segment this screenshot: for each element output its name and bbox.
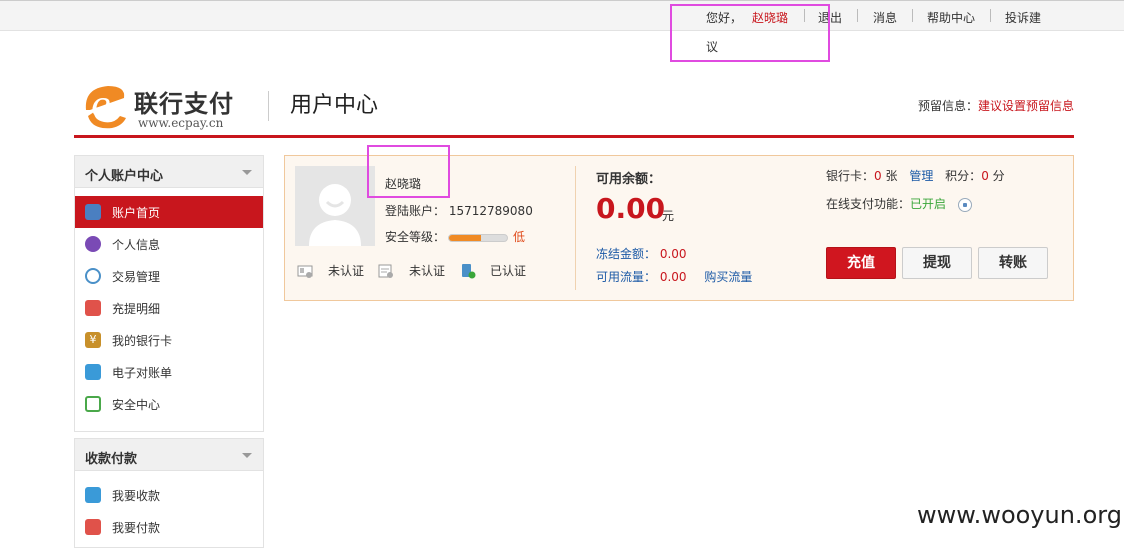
auth-status-phone[interactable]: 已认证 xyxy=(490,262,526,279)
points-unit: 分 xyxy=(992,169,1005,183)
recharge-button[interactable]: 充值 xyxy=(826,247,896,279)
page-title: 用户中心 xyxy=(290,93,379,118)
sidebar-item-recharge-details[interactable]: 充提明细 xyxy=(75,292,263,324)
login-account-value: 15712789080 xyxy=(448,204,533,218)
auth-status-id[interactable]: 未认证 xyxy=(328,262,364,279)
sidebar-item-label: 我要收款 xyxy=(112,489,161,503)
avatar-placeholder-icon xyxy=(309,184,361,246)
drop-icon xyxy=(85,364,101,380)
manage-cards-link[interactable]: 管理 xyxy=(909,169,933,183)
login-account: 登陆账户： 15712789080 xyxy=(385,202,533,219)
sidebar-item-personal-info[interactable]: 个人信息 xyxy=(75,228,263,260)
watermark: www.wooyun.org xyxy=(917,501,1122,529)
frozen-amount-label: 冻结金额： xyxy=(596,247,657,261)
phone-verified-icon[interactable] xyxy=(460,263,476,279)
transfer-button[interactable]: 转账 xyxy=(978,247,1048,279)
sidebar-item-bank-cards[interactable]: ¥ 我的银行卡 xyxy=(75,324,263,356)
logo-url: www.ecpay.cn xyxy=(138,116,224,130)
sidebar-item-label: 安全中心 xyxy=(112,398,161,412)
online-pay-toggle-icon[interactable] xyxy=(957,197,972,212)
tag-icon xyxy=(85,519,101,535)
buy-flow-link[interactable]: 购买流量 xyxy=(704,270,752,284)
sidebar-item-label: 充提明细 xyxy=(112,302,161,316)
security-level-bar xyxy=(448,234,508,242)
sidebar-item-label: 我的银行卡 xyxy=(112,334,173,348)
login-account-label: 登陆账户： xyxy=(385,204,446,218)
sidebar-item-label: 电子对账单 xyxy=(112,366,173,380)
online-pay-info: 在线支付功能：已开启 xyxy=(826,195,972,212)
balance-value: 0.00 xyxy=(596,192,666,225)
online-pay-label: 在线支付功能： xyxy=(826,197,911,211)
bank-card-info: 银行卡：0 张 管理 积分：0 分 xyxy=(826,167,1005,184)
sidebar-section-title: 收款付款 xyxy=(85,452,138,467)
drop-icon xyxy=(85,487,101,503)
divider xyxy=(857,9,858,22)
sidebar-item-pay[interactable]: 我要付款 xyxy=(75,511,263,543)
available-flow-label: 可用流量： xyxy=(596,270,657,284)
avatar xyxy=(295,166,375,246)
bank-card-count: 0 xyxy=(874,169,882,183)
sidebar-item-label: 个人信息 xyxy=(112,238,161,252)
balance-label: 可用余额： xyxy=(596,172,662,187)
chevron-down-icon xyxy=(242,453,252,458)
points-label: 积分： xyxy=(945,169,982,183)
security-level-fill xyxy=(449,235,481,241)
sidebar-item-account-home[interactable]: 账户首页 xyxy=(75,196,263,228)
header-divider xyxy=(268,91,269,121)
profile-icon xyxy=(85,236,101,252)
points-value: 0 xyxy=(981,169,989,183)
gear-icon xyxy=(85,268,101,284)
sidebar-payments: 收款付款 我要收款 我要付款 xyxy=(74,438,264,548)
sidebar-item-receive[interactable]: 我要收款 xyxy=(75,479,263,511)
top-bar: 您好， 赵晓璐 退出 消息 帮助中心 投诉建 xyxy=(0,0,1124,31)
sidebar-item-label: 交易管理 xyxy=(112,270,161,284)
certificate-icon[interactable] xyxy=(378,263,394,279)
logo-e-icon: e xyxy=(85,85,126,129)
highlight-box xyxy=(670,4,830,62)
set-reserved-info-link[interactable]: 建议设置预留信息 xyxy=(978,99,1074,113)
id-card-icon[interactable] xyxy=(297,263,313,279)
online-pay-status: 已开启 xyxy=(910,197,947,211)
available-flow: 可用流量： 0.00 购买流量 xyxy=(596,268,752,285)
security-level-value: 低 xyxy=(513,230,526,244)
security-level-label: 安全等级： xyxy=(385,230,446,244)
available-flow-value: 0.00 xyxy=(659,270,687,284)
svg-text:e: e xyxy=(91,85,111,125)
reserved-info: 预留信息：建议设置预留信息 xyxy=(918,97,1074,114)
highlight-box xyxy=(367,145,450,198)
panel-divider xyxy=(575,166,576,290)
frozen-amount: 冻结金额： 0.00 xyxy=(596,245,687,262)
sidebar-personal: 个人账户中心 账户首页 个人信息 交易管理 充提明细 ¥ 我的银行卡 电子对账单… xyxy=(74,155,264,432)
bank-card-label: 银行卡： xyxy=(826,169,875,183)
logo[interactable]: e 联行支付 www.ecpay.cn xyxy=(80,80,240,135)
withdraw-button[interactable]: 提现 xyxy=(902,247,972,279)
frozen-amount-value: 0.00 xyxy=(659,247,687,261)
sidebar-section-title: 个人账户中心 xyxy=(85,169,164,184)
sidebar-item-security[interactable]: 安全中心 xyxy=(75,388,263,420)
divider xyxy=(912,9,913,22)
logo-text: 联行支付 xyxy=(134,89,234,118)
auth-status-certificate[interactable]: 未认证 xyxy=(409,262,445,279)
header-red-line xyxy=(74,135,1074,138)
user-icon xyxy=(85,204,101,220)
chevron-down-icon xyxy=(242,170,252,175)
divider xyxy=(990,9,991,22)
notebook-icon xyxy=(85,396,101,412)
sidebar-item-statements[interactable]: 电子对账单 xyxy=(75,356,263,388)
feedback-link[interactable]: 投诉建 xyxy=(1005,9,1041,26)
sidebar-section-header[interactable]: 收款付款 xyxy=(75,439,263,471)
balance-unit: 元 xyxy=(662,209,675,223)
sidebar-item-transactions[interactable]: 交易管理 xyxy=(75,260,263,292)
tag-icon xyxy=(85,300,101,316)
reserved-info-label: 预留信息： xyxy=(917,99,978,113)
messages-link[interactable]: 消息 xyxy=(873,9,897,26)
sidebar-section-header[interactable]: 个人账户中心 xyxy=(75,156,263,188)
bank-card-unit: 张 xyxy=(885,169,898,183)
sidebar-item-label: 账户首页 xyxy=(112,206,161,220)
yen-icon: ¥ xyxy=(85,332,101,348)
help-center-link[interactable]: 帮助中心 xyxy=(927,9,975,26)
sidebar-item-label: 我要付款 xyxy=(112,521,161,535)
